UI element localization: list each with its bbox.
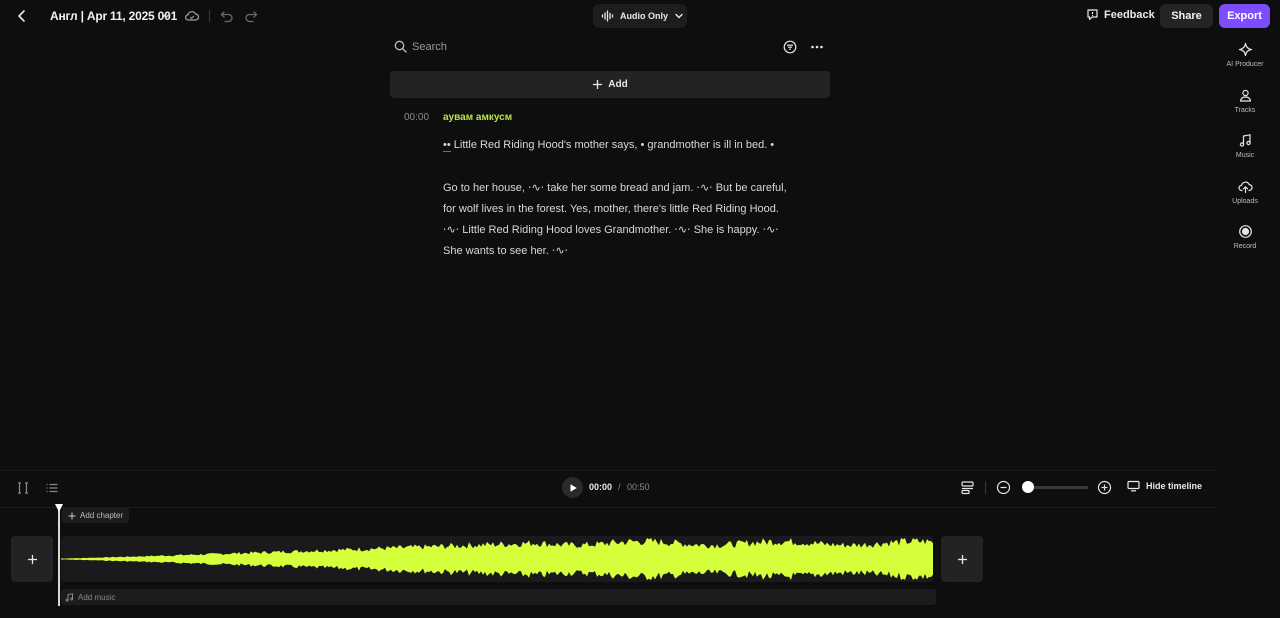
hide-timeline-button[interactable]: Hide timeline [1127, 480, 1202, 492]
document-title[interactable]: Англ | Apr 11, 2025 001 [50, 9, 177, 23]
rail-label: Record [1233, 243, 1257, 250]
add-music-row[interactable]: Add music [61, 589, 936, 605]
add-label: Add [608, 79, 628, 90]
add-button[interactable]: Add [390, 71, 830, 98]
music-note-icon [65, 592, 74, 601]
add-chapter-label: Add chapter [80, 511, 124, 520]
add-music-label: Add music [78, 592, 116, 602]
time-separator: / [618, 482, 621, 492]
paragraph-text[interactable]: Little Red Riding Hood's mother says, • … [451, 139, 774, 151]
cloud-sync-icon[interactable] [184, 8, 200, 24]
people-icon [1239, 89, 1251, 102]
filter-icon[interactable] [783, 40, 797, 54]
feedback-button[interactable]: Feedback [1086, 8, 1155, 21]
divider [209, 10, 210, 22]
speaker-label[interactable]: аувам амкусм [443, 112, 512, 123]
zoom-out-icon[interactable] [996, 480, 1011, 495]
play-icon [570, 483, 577, 492]
rail-item-uploads[interactable]: Uploads [1216, 175, 1274, 221]
plus-icon [593, 80, 603, 89]
music-note-icon [1239, 134, 1251, 147]
rail-label: Tracks [1234, 106, 1256, 114]
hide-timeline-label: Hide timeline [1146, 481, 1203, 491]
share-button[interactable]: Share [1160, 4, 1213, 28]
sparkle-icon [1238, 42, 1252, 57]
paragraph-timestamp[interactable]: 00:00 [404, 112, 429, 123]
plus-icon [27, 554, 37, 564]
transcript-body[interactable]: •• Little Red Riding Hood's mother says,… [443, 135, 788, 284]
waveform-shape [61, 538, 933, 580]
paragraph-text[interactable]: Go to her house, ⋅∿⋅ take her some bread… [443, 182, 787, 257]
feedback-icon [1087, 9, 1098, 21]
add-track-right-button[interactable] [941, 536, 983, 582]
redo-icon[interactable] [244, 9, 258, 23]
undo-icon[interactable] [220, 9, 234, 23]
rail-item-ai-producer[interactable]: AI Producer [1216, 38, 1274, 84]
plus-icon [68, 512, 76, 519]
current-time: 00:00 [589, 482, 613, 492]
search-input[interactable] [412, 38, 752, 56]
play-button[interactable] [562, 477, 583, 498]
divider [985, 481, 986, 494]
audio-mode-dropdown[interactable]: Audio Only [593, 4, 687, 28]
record-icon [1238, 225, 1252, 238]
feedback-label: Feedback [1104, 8, 1155, 21]
chevron-down-icon [675, 13, 683, 19]
monitor-icon [1127, 480, 1140, 492]
chevron-down-icon[interactable] [160, 10, 172, 22]
export-button[interactable]: Export [1219, 4, 1270, 28]
audio-waveform [61, 538, 933, 580]
zoom-in-icon[interactable] [1097, 480, 1112, 495]
more-options-icon[interactable] [810, 40, 824, 54]
divider [0, 507, 1216, 508]
search-row [390, 36, 830, 58]
mode-label: Audio Only [620, 11, 668, 21]
rail-label: Uploads [1232, 197, 1258, 205]
zoom-slider-knob[interactable] [1022, 481, 1035, 493]
top-bar: Англ | Apr 11, 2025 001 Audio Only Feedb… [0, 0, 1280, 32]
rail-item-record[interactable]: Record [1216, 220, 1274, 266]
add-chapter-button[interactable]: Add chapter [62, 508, 130, 523]
playhead[interactable] [58, 508, 60, 606]
captions-icon[interactable] [960, 480, 975, 495]
rail-item-tracks[interactable]: Tracks [1216, 84, 1274, 130]
list-icon[interactable] [45, 481, 59, 495]
transcript-paragraph[interactable]: •• Little Red Riding Hood's mother says,… [443, 135, 788, 156]
plus-icon [957, 554, 967, 564]
rail-item-music[interactable]: Music [1216, 129, 1274, 175]
waveform-icon [601, 10, 614, 22]
total-time: 00:50 [627, 482, 650, 492]
divider [0, 470, 1216, 471]
add-track-left-button[interactable] [11, 536, 53, 582]
transcript-paragraph[interactable]: Go to her house, ⋅∿⋅ take her some bread… [443, 178, 788, 262]
rail-label: AI Producer [1226, 61, 1264, 68]
cloud-upload-icon [1238, 181, 1253, 193]
back-arrow-icon[interactable] [14, 8, 30, 24]
pause-marker[interactable]: •• [443, 139, 451, 152]
search-icon [394, 40, 407, 53]
right-sidebar: AI Producer Tracks Music Uploads Record [1216, 38, 1274, 266]
rail-label: Music [1235, 152, 1255, 159]
audio-track[interactable] [61, 536, 933, 582]
split-view-icon[interactable] [16, 481, 30, 495]
